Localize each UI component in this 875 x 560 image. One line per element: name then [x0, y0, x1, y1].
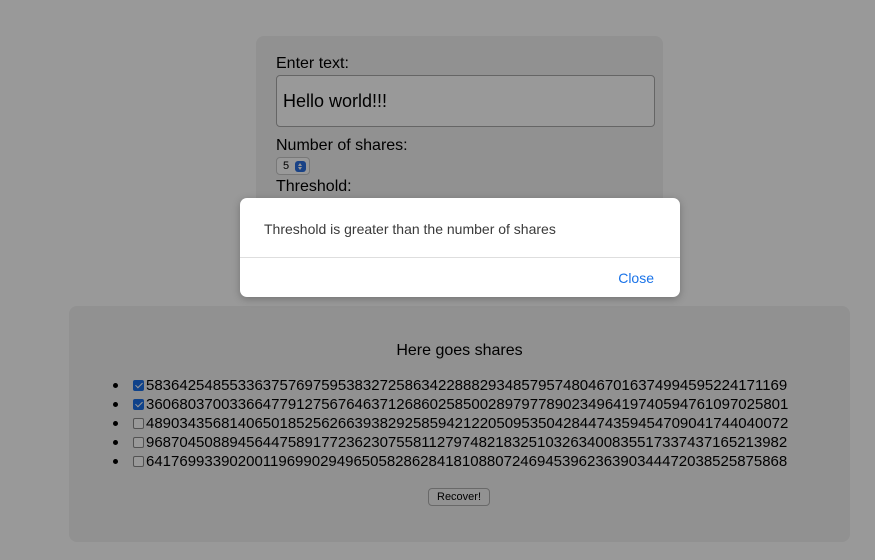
- close-button[interactable]: Close: [618, 270, 654, 286]
- alert-message: Threshold is greater than the number of …: [264, 221, 556, 237]
- dialog-divider: [240, 257, 680, 258]
- alert-dialog: Threshold is greater than the number of …: [240, 198, 680, 297]
